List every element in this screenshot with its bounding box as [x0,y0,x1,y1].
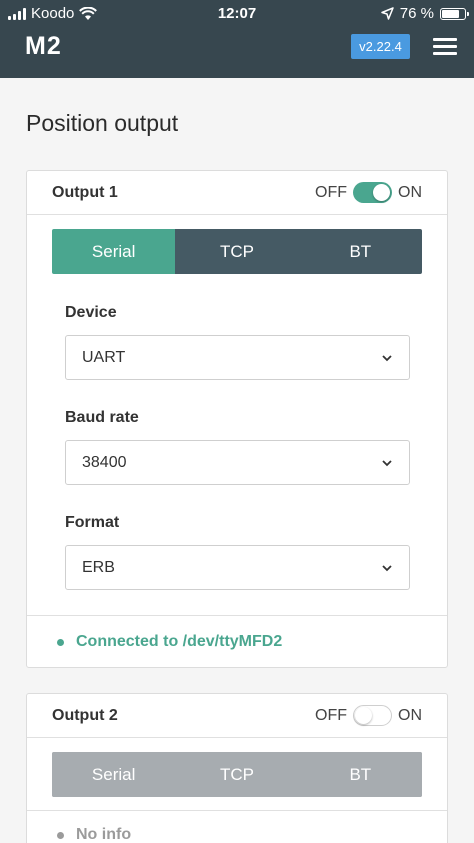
output-1-tabs: Serial TCP BT [52,229,422,274]
status-bar: Koodo 12:07 76 % [0,0,474,28]
output-2-header: Output 2 OFF ON [27,694,447,738]
output-1-card: Output 1 OFF ON Serial TCP BT Device UAR… [26,170,448,668]
device-select[interactable]: UART [65,335,410,380]
baud-rate-value: 38400 [82,454,127,471]
tab-tcp[interactable]: TCP [175,752,299,797]
hamburger-menu-icon[interactable] [433,38,457,56]
format-select[interactable]: ERB [65,545,410,590]
divider [27,810,447,811]
baud-rate-label: Baud rate [65,409,139,426]
baud-rate-select[interactable]: 38400 [65,440,410,485]
status-dot [57,831,64,839]
status-dot [57,638,64,646]
output-2-card: Output 2 OFF ON Serial TCP BT No info [26,693,448,843]
format-label: Format [65,514,120,531]
tab-serial[interactable]: Serial [52,752,176,797]
battery-icon [440,7,469,20]
toggle-off-label: OFF [315,183,347,201]
tab-bt[interactable]: BT [298,229,422,274]
version-badge[interactable]: v2.22.4 [351,34,410,59]
app-logo: M2 [25,32,62,60]
toggle-off-label: OFF [315,706,347,724]
tab-serial[interactable]: Serial [52,229,176,274]
connection-status: Connected to /dev/ttyMFD2 [76,633,283,650]
app-header: Koodo 12:07 76 % M2 v2.22.4 [0,0,474,78]
toggle-on-label: ON [398,706,422,724]
output-2-toggle[interactable] [353,705,392,726]
output-2-status: No info [76,826,132,843]
output-1-status-bar: Connected to /dev/ttyMFD2 [27,615,447,667]
device-value: UART [82,349,126,366]
battery-percent: 76 % [399,5,434,22]
device-label: Device [65,304,117,321]
chevron-down-icon [382,565,392,572]
chevron-down-icon [382,355,392,362]
output-2-title: Output 2 [52,707,118,724]
output-1-title: Output 1 [52,184,118,201]
output-1-toggle[interactable] [353,182,392,203]
tab-bt[interactable]: BT [298,752,422,797]
toggle-on-label: ON [398,183,422,201]
tab-tcp[interactable]: TCP [175,229,299,274]
page-title: Position output [26,110,179,136]
format-value: ERB [82,559,115,576]
output-2-tabs: Serial TCP BT [52,752,422,797]
location-arrow-icon [381,7,394,20]
chevron-down-icon [382,460,392,467]
output-1-header: Output 1 OFF ON [27,171,447,215]
